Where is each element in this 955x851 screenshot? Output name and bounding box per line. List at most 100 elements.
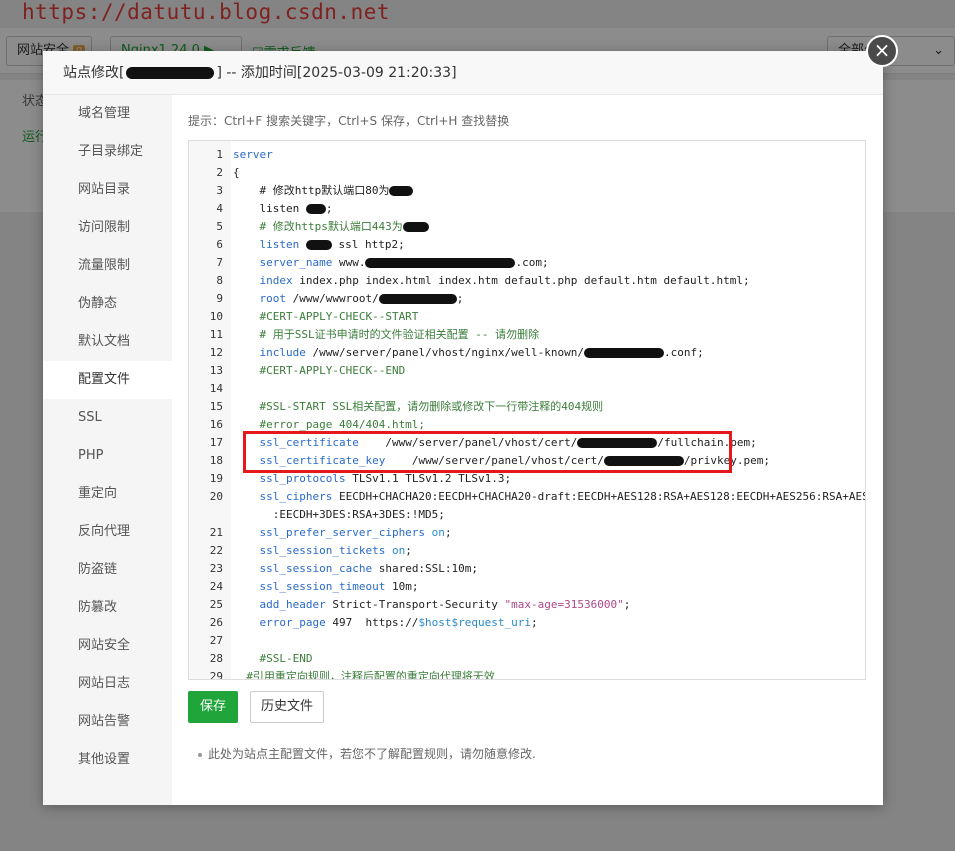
code-line: :EECDH+3DES:RSA+3DES:!MD5; [189, 506, 865, 524]
modal-title-suffix: ] -- 添加时间[2025-03-09 21:20:33] [216, 65, 457, 81]
code-token: 10m; [385, 580, 419, 593]
code-text: :EECDH+3DES:RSA+3DES:!MD5; [233, 508, 445, 521]
line-number: 19 [189, 470, 231, 488]
close-icon[interactable]: × [866, 35, 898, 67]
line-number: 27 [189, 632, 231, 650]
code-token: ; [405, 544, 412, 557]
line-number: 25 [189, 596, 231, 614]
code-text: server_name www. .com; [233, 254, 549, 272]
code-token: shared:SSL:10m; [372, 562, 479, 575]
code-keyword: root [233, 292, 286, 305]
code-keyword: index [233, 274, 293, 287]
redacted-value [365, 258, 516, 268]
redacted-site-name [126, 67, 215, 79]
line-number: 26 [189, 614, 231, 632]
line-number: 3 [189, 182, 231, 200]
code-text: root /www/wwwroot/; [233, 290, 463, 308]
redacted-value [378, 294, 457, 304]
code-text: ssl_prefer_server_ciphers on; [233, 524, 451, 542]
sidebar-item[interactable]: 流量限制 [43, 247, 172, 285]
code-keyword: ssl_session_tickets [233, 544, 386, 557]
line-number: 13 [189, 362, 231, 380]
code-text: # 修改https默认端口443为 [233, 218, 429, 236]
code-token: /www/wwwroot/ [285, 292, 379, 305]
line-number: 10 [189, 308, 231, 326]
line-number: 1 [189, 146, 231, 164]
code-line: 20 ssl_ciphers EECDH+CHACHA20:EECDH+CHAC… [189, 488, 865, 506]
code-keyword: ssl_prefer_server_ciphers [233, 526, 426, 539]
history-file-button[interactable]: 历史文件 [250, 691, 324, 723]
sidebar-item[interactable]: 其他设置 [43, 741, 172, 779]
code-token: .com; [515, 256, 549, 269]
code-line: 23 ssl_session_cache shared:SSL:10m; [189, 560, 865, 578]
code-value: on [385, 544, 406, 557]
line-number: 16 [189, 416, 231, 434]
code-text: #SSL-END [233, 652, 313, 665]
code-line: 26 error_page 497 https://$host$request_… [189, 614, 865, 632]
code-line: 21 ssl_prefer_server_ciphers on; [189, 524, 865, 542]
sidebar-item[interactable]: 子目录绑定 [43, 133, 172, 171]
sidebar-item[interactable]: 配置文件 [43, 361, 172, 399]
line-number: 15 [189, 398, 231, 416]
code-token: www. [332, 256, 366, 269]
sidebar-item[interactable]: 访问限制 [43, 209, 172, 247]
site-edit-modal: 站点修改[ ] -- 添加时间[2025-03-09 21:20:33] 域名管理… [43, 51, 883, 805]
line-number: 29 [189, 668, 231, 679]
code-line: 9 root /www/wwwroot/; [189, 290, 865, 308]
code-token: ; [456, 292, 464, 305]
sidebar-item[interactable]: 网站告警 [43, 703, 172, 741]
bullet-icon [198, 752, 202, 757]
line-number: 22 [189, 542, 231, 560]
config-note: 此处为站点主配置文件，若您不了解配置规则，请勿随意修改. [198, 745, 536, 762]
code-keyword: error_page [233, 616, 326, 629]
code-text: add_header Strict-Transport-Security "ma… [233, 596, 630, 614]
redacted-value [584, 348, 665, 358]
code-text: #CERT-APPLY-CHECK--START [233, 310, 419, 323]
sidebar-item[interactable]: 默认文档 [43, 323, 172, 361]
code-line: 5 # 修改https默认端口443为 [189, 218, 865, 236]
code-token: listen [233, 202, 306, 215]
save-button[interactable]: 保存 [188, 691, 238, 723]
code-keyword: ssl_ciphers [233, 490, 333, 503]
redacted-value [402, 222, 429, 232]
code-line: 15 #SSL-START SSL相关配置，请勿删除或修改下一行带注释的404规… [189, 398, 865, 416]
code-line: 1 server [189, 146, 865, 164]
sidebar-item[interactable]: 网站安全 [43, 627, 172, 665]
code-token: ssl http2; [331, 238, 405, 251]
code-line: 4 listen ; [189, 200, 865, 218]
line-number: 7 [189, 254, 231, 272]
code-token: .conf; [664, 346, 704, 359]
code-text: ssl_session_tickets on; [233, 542, 412, 560]
sidebar-item[interactable]: 防盗链 [43, 551, 172, 589]
code-text: index index.php index.html index.htm def… [233, 272, 749, 290]
sidebar-item[interactable]: 反向代理 [43, 513, 172, 551]
code-line: 14 [189, 380, 865, 398]
sidebar-item[interactable]: 重定向 [43, 475, 172, 513]
sidebar-item[interactable]: 伪静态 [43, 285, 172, 323]
code-line: 7 server_name www. .com; [189, 254, 865, 272]
modal-sidebar: 域名管理 子目录绑定 网站目录 访问限制 流量限制 伪静态 默认文档 配置文件 SSL PHP 重定… [43, 95, 172, 805]
code-editor[interactable]: 1 server 2{ 3 # 修改http默认端口80为 4 listen ; … [188, 140, 866, 680]
config-note-text: 此处为站点主配置文件，若您不了解配置规则，请勿随意修改. [208, 747, 536, 761]
code-comment: # 修改http默认端口80为 [233, 184, 390, 197]
line-number: 28 [189, 650, 231, 668]
sidebar-item[interactable]: 域名管理 [43, 95, 172, 133]
code-text: server [233, 148, 273, 161]
sidebar-item[interactable]: 网站目录 [43, 171, 172, 209]
modal-title-prefix: 站点修改[ [63, 65, 125, 81]
code-token: EECDH+CHACHA20:EECDH+CHACHA20-draft:EECD… [332, 490, 866, 503]
sidebar-item[interactable]: 网站日志 [43, 665, 172, 703]
code-text: ssl_ciphers EECDH+CHACHA20:EECDH+CHACHA2… [233, 488, 866, 506]
sidebar-item[interactable]: PHP [43, 437, 172, 475]
line-number: 14 [189, 380, 231, 398]
code-text: #引用重定向规则，注释后配置的重定向代理将无效 [233, 670, 495, 680]
line-number: 4 [189, 200, 231, 218]
code-line: 2{ [189, 164, 865, 182]
code-line: 29 #引用重定向规则，注释后配置的重定向代理将无效 [189, 668, 865, 680]
code-variable: $host$request_uri [418, 616, 532, 629]
redacted-value [305, 240, 332, 250]
sidebar-item[interactable]: SSL [43, 399, 172, 437]
sidebar-item[interactable]: 防篡改 [43, 589, 172, 627]
line-number: 12 [189, 344, 231, 362]
code-line: 28 #SSL-END [189, 650, 865, 668]
